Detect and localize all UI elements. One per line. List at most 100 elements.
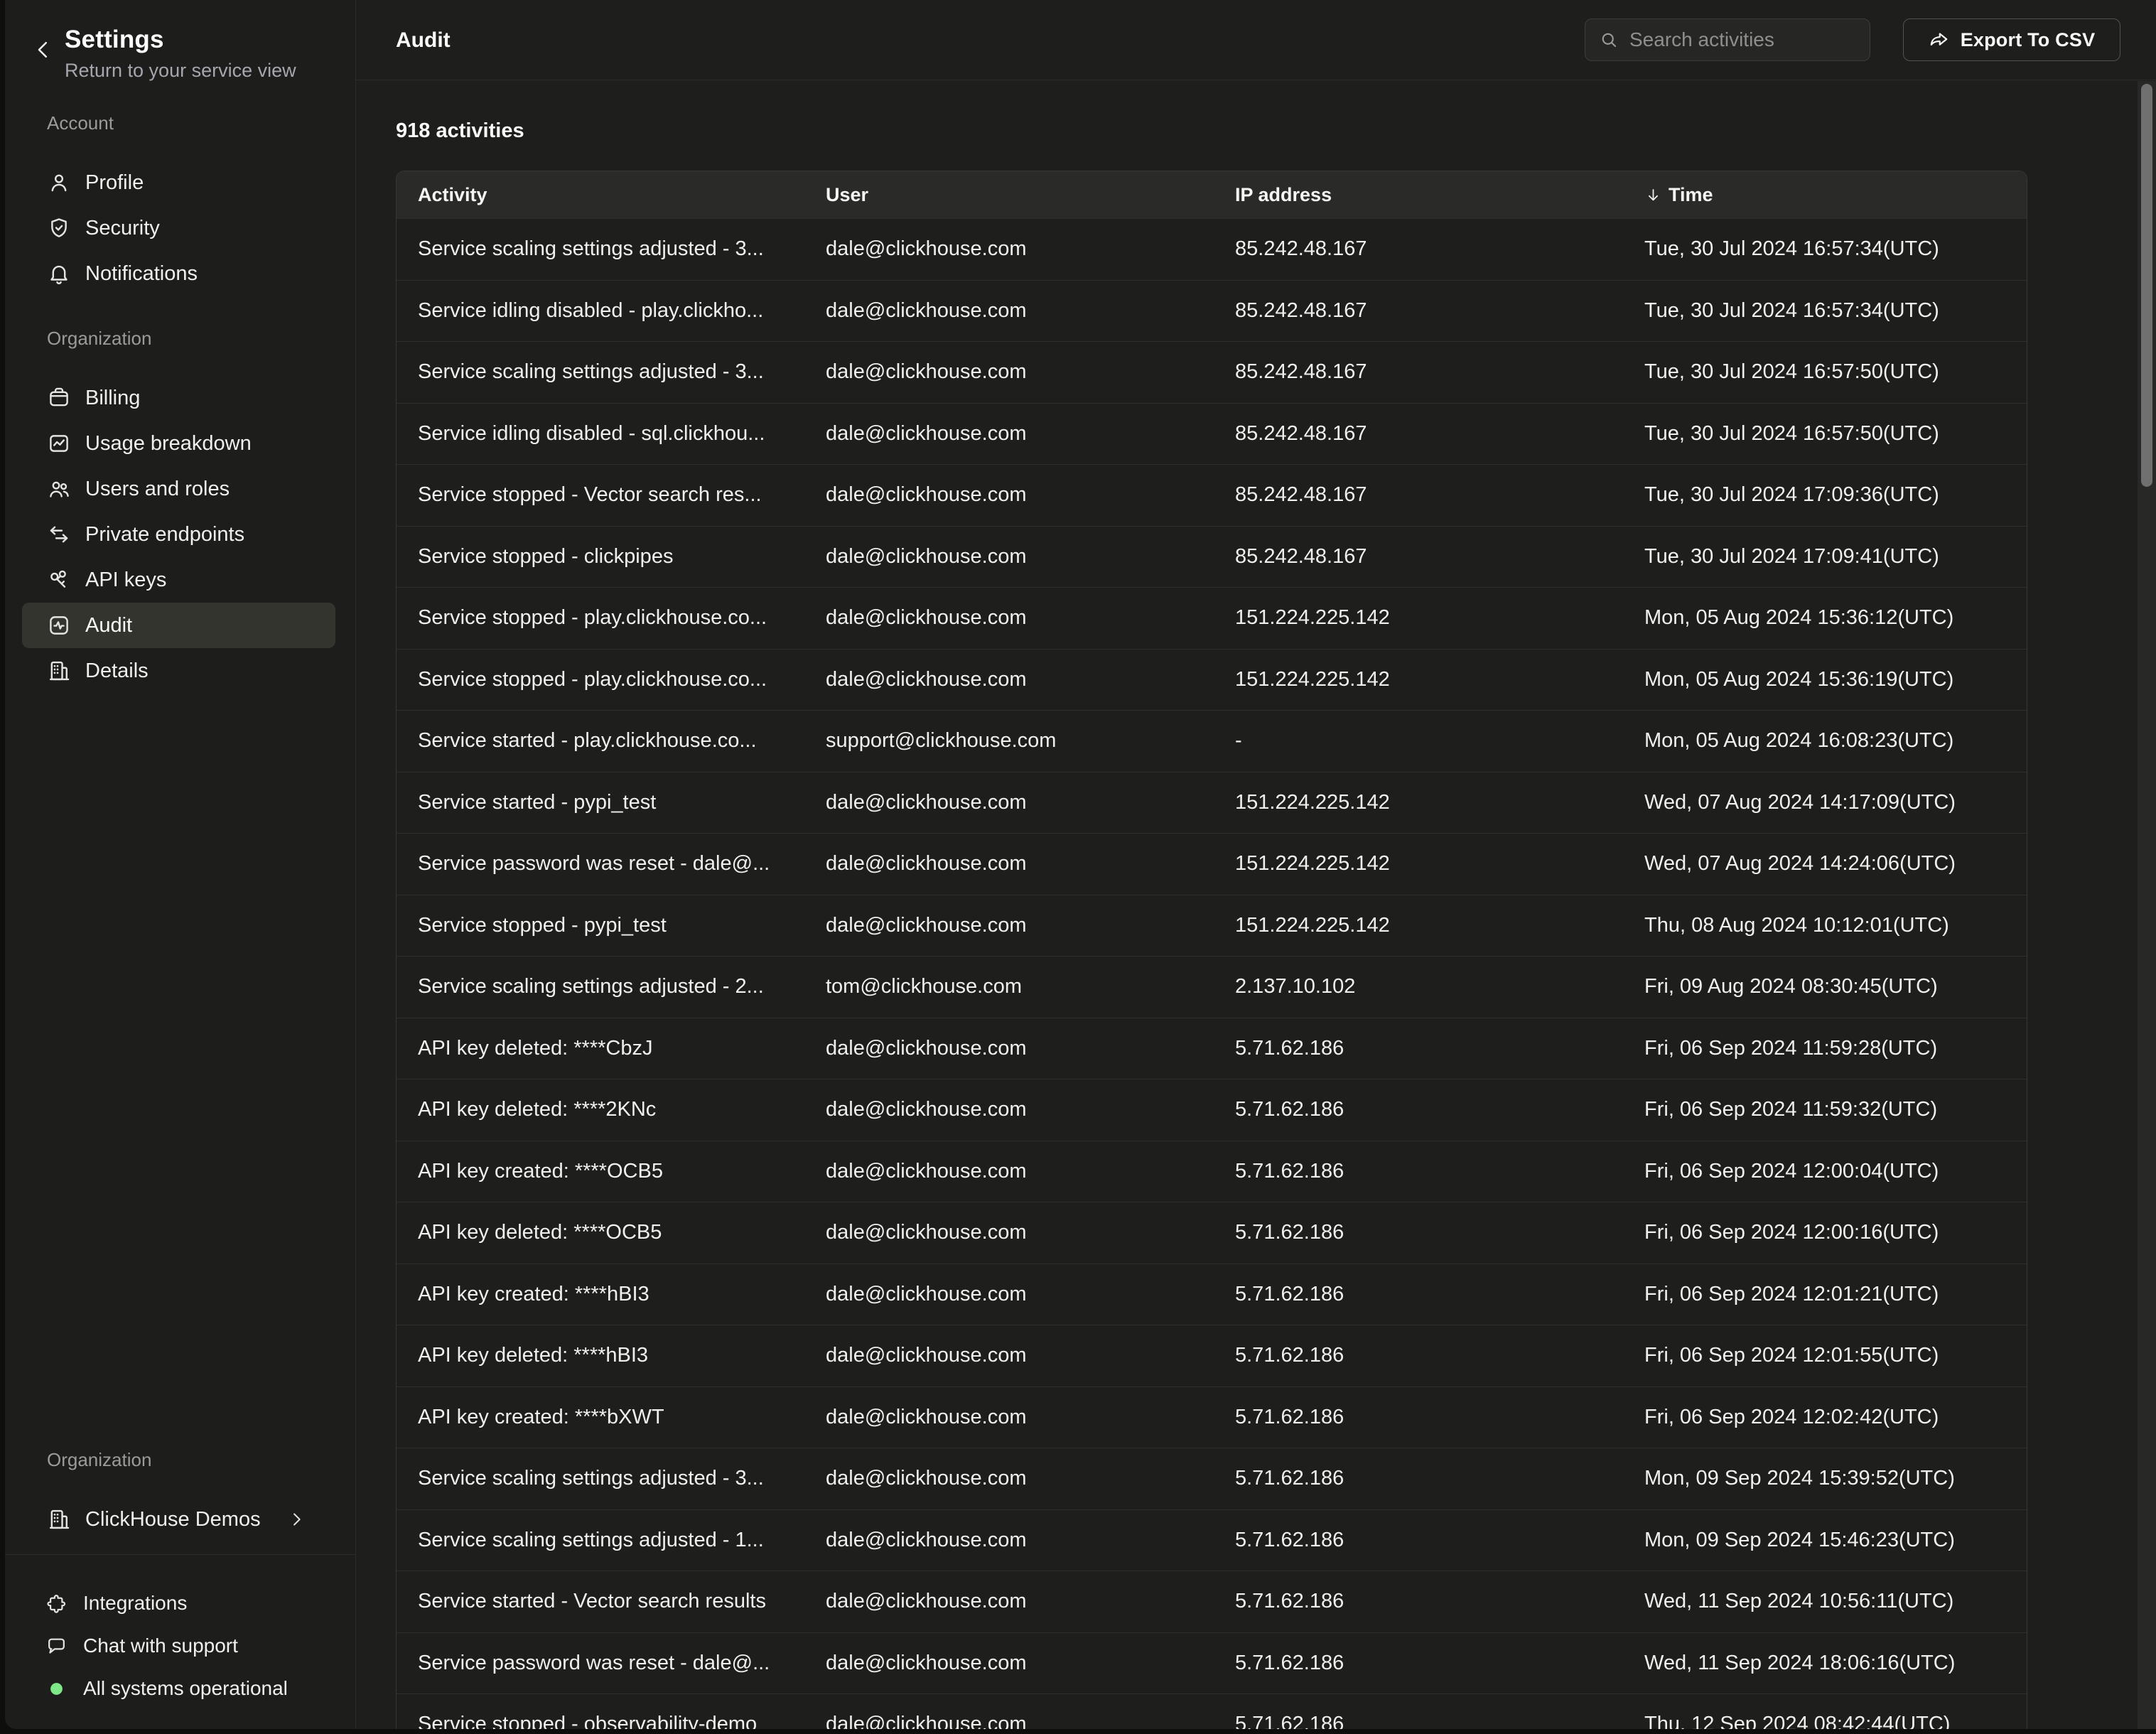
scrollbar-track [2138,81,2156,1729]
cell-activity: Service stopped - pypi_test [397,914,804,937]
column-label-time: Time [1669,184,1713,206]
cell-time: Wed, 11 Sep 2024 10:56:11(UTC) [1623,1590,2027,1613]
footer-item-chat-with-support[interactable]: Chat with support [5,1625,355,1667]
table-row: Service idling disabled - play.clickho..… [397,280,2027,342]
cell-activity: Service password was reset - dale@... [397,1652,804,1675]
cell-user: dale@clickhouse.com [804,1467,1214,1490]
back-button[interactable] [31,37,56,63]
activities-count: 918 activities [396,119,524,143]
cell-activity: Service idling disabled - sql.clickhou..… [397,422,804,446]
cell-activity: API key created: ****OCB5 [397,1160,804,1183]
cell-time: Fri, 06 Sep 2024 11:59:32(UTC) [1623,1098,2027,1121]
column-label-ip: IP address [1235,184,1332,206]
table-row: Service stopped - play.clickhouse.co...d… [397,649,2027,711]
footer-item-label: Chat with support [83,1635,238,1657]
sidebar-nav: AccountProfileSecurityNotificationsOrgan… [5,112,355,694]
cell-time: Thu, 12 Sep 2024 08:42:44(UTC) [1623,1713,2027,1729]
wallet-icon [47,386,71,410]
cell-time: Thu, 08 Aug 2024 10:12:01(UTC) [1623,914,2027,937]
sidebar-item-label: Security [85,217,160,240]
cell-time: Fri, 06 Sep 2024 12:01:21(UTC) [1623,1283,2027,1306]
cell-user: tom@clickhouse.com [804,975,1214,998]
footer-item-integrations[interactable]: Integrations [5,1582,355,1625]
org-switcher[interactable]: ClickHouse Demos [22,1497,335,1542]
cell-user: dale@clickhouse.com [804,1160,1214,1183]
return-to-service-link[interactable]: Return to your service view [65,60,296,82]
cell-activity: Service stopped - Vector search res... [397,483,804,507]
export-csv-button[interactable]: Export To CSV [1903,18,2120,61]
cell-activity: Service stopped - play.clickhouse.co... [397,606,804,630]
cell-time: Tue, 30 Jul 2024 16:57:50(UTC) [1623,422,2027,446]
table-row: Service scaling settings adjusted - 2...… [397,956,2027,1018]
cell-ip: 151.224.225.142 [1214,791,1623,814]
cell-activity: Service scaling settings adjusted - 1... [397,1529,804,1552]
search-input[interactable] [1629,28,1857,51]
arrows-swap-icon [47,522,71,546]
column-header-user[interactable]: User [804,184,1214,206]
table-row: API key deleted: ****OCB5dale@clickhouse… [397,1202,2027,1264]
cell-activity: Service scaling settings adjusted - 3... [397,360,804,384]
cell-activity: API key deleted: ****OCB5 [397,1221,804,1244]
cell-ip: 5.71.62.186 [1214,1160,1623,1183]
status-dot-icon [45,1678,68,1700]
sidebar-item-audit[interactable]: Audit [22,603,335,648]
cell-activity: API key deleted: ****CbzJ [397,1037,804,1060]
cell-user: dale@clickhouse.com [804,237,1214,261]
cell-time: Fri, 09 Aug 2024 08:30:45(UTC) [1623,975,2027,998]
cell-ip: 85.242.48.167 [1214,299,1623,323]
chart-icon [47,431,71,456]
column-header-ip[interactable]: IP address [1214,184,1623,206]
cell-ip: 5.71.62.186 [1214,1283,1623,1306]
cell-time: Tue, 30 Jul 2024 16:57:50(UTC) [1623,360,2027,384]
page-title: Audit [396,0,451,80]
chevron-right-icon [286,1509,306,1529]
table-row: Service started - pypi_testdale@clickhou… [397,772,2027,834]
table-row: Service password was reset - dale@...dal… [397,833,2027,895]
table-row: Service scaling settings adjusted - 3...… [397,341,2027,403]
column-header-time[interactable]: Time [1623,184,2027,206]
table-row: Service idling disabled - sql.clickhou..… [397,403,2027,465]
cell-activity: API key deleted: ****2KNc [397,1098,804,1121]
org-switcher-section: Organization ClickHouse Demos [5,1449,355,1542]
cell-activity: Service scaling settings adjusted - 3... [397,237,804,261]
table-row: API key created: ****OCB5dale@clickhouse… [397,1141,2027,1202]
cell-activity: Service stopped - play.clickhouse.co... [397,668,804,691]
cell-user: dale@clickhouse.com [804,852,1214,876]
keys-icon [47,568,71,592]
cell-ip: 2.137.10.102 [1214,975,1623,998]
puzzle-icon [45,1593,68,1615]
cell-activity: API key deleted: ****hBI3 [397,1344,804,1367]
cell-ip: 85.242.48.167 [1214,483,1623,507]
sidebar-item-profile[interactable]: Profile [22,160,335,205]
app-window: Settings Return to your service view Acc… [5,0,2156,1729]
cell-user: support@clickhouse.com [804,729,1214,753]
sidebar-item-api-keys[interactable]: API keys [22,557,335,603]
table-row: Service stopped - pypi_testdale@clickhou… [397,895,2027,957]
sidebar-item-details[interactable]: Details [22,648,335,694]
sidebar-item-security[interactable]: Security [22,205,335,251]
sidebar-item-private-endpoints[interactable]: Private endpoints [22,512,335,557]
sidebar-item-notifications[interactable]: Notifications [22,251,335,296]
building-icon [47,659,71,683]
column-header-activity[interactable]: Activity [397,184,804,206]
table-row: Service stopped - Vector search res...da… [397,464,2027,526]
sidebar-item-usage-breakdown[interactable]: Usage breakdown [22,421,335,466]
cell-user: dale@clickhouse.com [804,914,1214,937]
cell-time: Mon, 09 Sep 2024 15:46:23(UTC) [1623,1529,2027,1552]
topbar: Audit Export To CSV [356,0,2156,80]
cell-time: Tue, 30 Jul 2024 17:09:36(UTC) [1623,483,2027,507]
cell-user: dale@clickhouse.com [804,422,1214,446]
footer-item-all-systems-operational[interactable]: All systems operational [5,1667,355,1710]
sidebar: Settings Return to your service view Acc… [5,0,356,1729]
sidebar-item-billing[interactable]: Billing [22,375,335,421]
cell-ip: 151.224.225.142 [1214,852,1623,876]
scrollbar-thumb[interactable] [2141,84,2152,487]
cell-user: dale@clickhouse.com [804,1221,1214,1244]
nav-section-label-account: Account [47,112,355,134]
table-row: API key deleted: ****2KNcdale@clickhouse… [397,1079,2027,1141]
bell-icon [47,262,71,286]
sidebar-item-users-and-roles[interactable]: Users and roles [22,466,335,512]
cell-ip: 5.71.62.186 [1214,1037,1623,1060]
table-row: Service scaling settings adjusted - 1...… [397,1509,2027,1571]
sidebar-item-label: Details [85,659,149,683]
